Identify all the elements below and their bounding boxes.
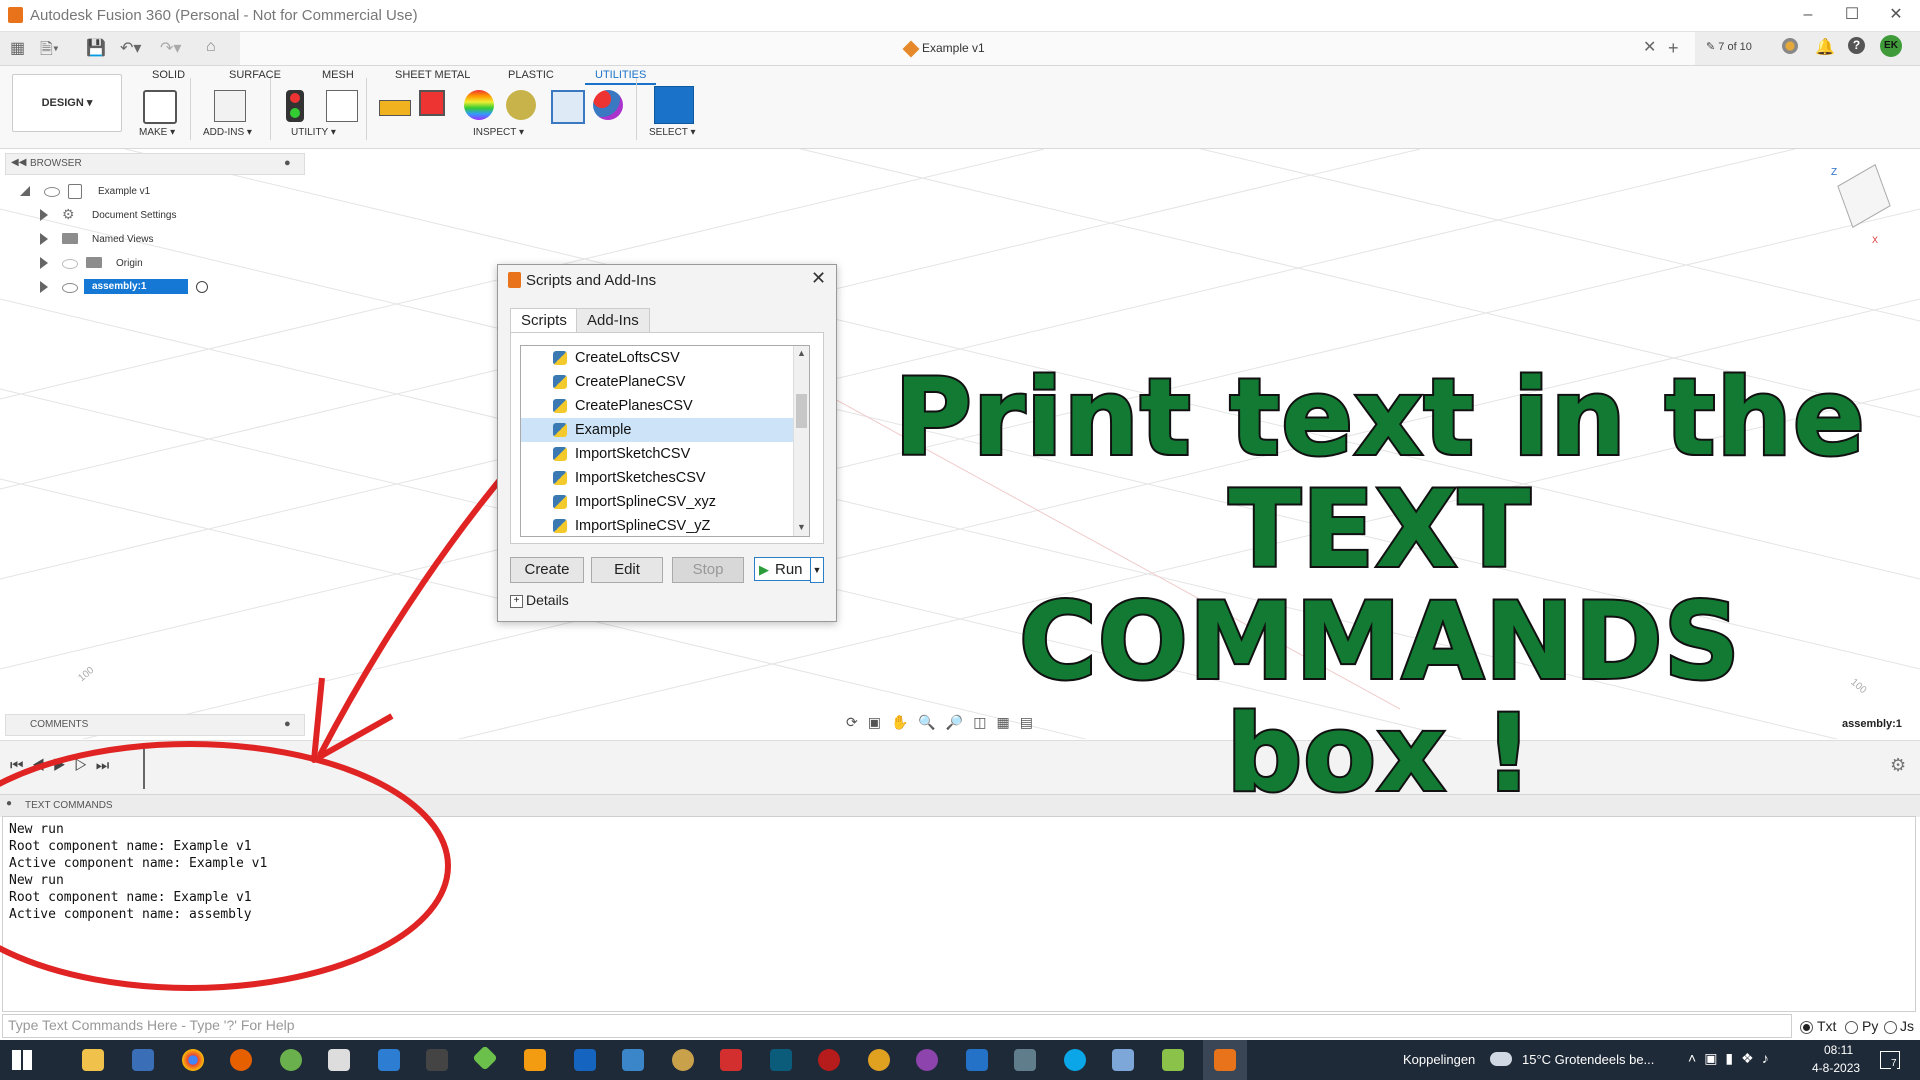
store-icon[interactable] <box>132 1049 154 1071</box>
python-script-icon <box>553 471 567 485</box>
app-icon[interactable] <box>672 1049 694 1071</box>
scroll-thumb[interactable] <box>796 394 807 428</box>
app-icon[interactable] <box>524 1049 546 1071</box>
python-script-icon <box>553 519 567 533</box>
python-script-icon <box>553 351 567 365</box>
tray-app-icon[interactable]: ▣ <box>1704 1050 1725 1066</box>
app-icon[interactable] <box>818 1049 840 1071</box>
python-script-icon <box>553 375 567 389</box>
scripts-list[interactable]: CreateLoftsCSV CreatePlaneCSV CreatePlan… <box>520 345 810 537</box>
play-icon: ▶ <box>759 562 769 577</box>
skype-icon[interactable] <box>1064 1049 1086 1071</box>
tab-add-ins[interactable]: Add-Ins <box>576 308 650 334</box>
red-annotation <box>0 425 548 991</box>
windows-taskbar: Koppelingen 15°C Grotendeels be... ˄▣▮❖♪… <box>0 1040 1920 1080</box>
clock-date[interactable]: 4-8-2023 <box>1812 1061 1860 1075</box>
python-script-icon <box>553 399 567 413</box>
acrobat-icon[interactable] <box>720 1049 742 1071</box>
python-script-icon <box>553 495 567 509</box>
dialog-title: Scripts and Add-Ins <box>526 272 657 289</box>
links-toolbar-label[interactable]: Koppelingen <box>1403 1052 1475 1067</box>
run-dropdown-arrow-icon[interactable]: ▼ <box>810 557 824 583</box>
scripts-addins-dialog: Scripts and Add-Ins ✕ Scripts Add-Ins Cr… <box>497 264 837 622</box>
weather-text[interactable]: 15°C Grotendeels be... <box>1522 1052 1654 1067</box>
stop-button[interactable]: Stop <box>672 557 744 583</box>
scroll-up-arrow-icon[interactable]: ▲ <box>797 348 806 358</box>
run-button-label: Run <box>775 561 803 578</box>
app-icon[interactable] <box>868 1049 890 1071</box>
python-script-icon <box>553 423 567 437</box>
list-item[interactable]: ImportSketchCSV <box>521 442 793 466</box>
fusion-app-icon <box>508 272 521 288</box>
volume-icon[interactable]: ♪ <box>1762 1050 1777 1066</box>
app-icon[interactable] <box>378 1049 400 1071</box>
list-scrollbar[interactable]: ▲ ▼ <box>793 346 809 536</box>
app-icon[interactable] <box>1162 1049 1184 1071</box>
tab-scripts[interactable]: Scripts <box>510 308 578 333</box>
app-icon[interactable] <box>916 1049 938 1071</box>
system-tray: ˄▣▮❖♪ <box>1688 1050 1777 1067</box>
list-item[interactable]: ImportSplineCSV_yZ <box>521 514 793 536</box>
cloud-weather-icon <box>1490 1052 1512 1066</box>
app-icon[interactable] <box>472 1045 498 1071</box>
firefox-icon[interactable] <box>230 1049 252 1071</box>
network-icon[interactable]: ❖ <box>1741 1050 1762 1066</box>
list-item-selected[interactable]: Example <box>521 418 793 442</box>
app-icon[interactable] <box>622 1049 644 1071</box>
show-hidden-icons-icon[interactable]: ˄ <box>1688 1050 1704 1066</box>
app-icon[interactable] <box>966 1049 988 1071</box>
python-script-icon <box>553 447 567 461</box>
expand-details-icon[interactable]: + <box>510 595 523 608</box>
chrome-icon[interactable] <box>182 1049 204 1071</box>
terminal-icon[interactable] <box>426 1049 448 1071</box>
fusion-app-icon <box>1214 1049 1236 1071</box>
app-icon[interactable] <box>328 1049 350 1071</box>
list-item[interactable]: ImportSketchesCSV <box>521 466 793 490</box>
file-explorer-icon[interactable] <box>82 1049 104 1071</box>
close-dialog-icon[interactable]: ✕ <box>811 268 826 289</box>
create-button[interactable]: Create <box>510 557 584 583</box>
notification-center-icon[interactable]: 7 <box>1880 1051 1900 1069</box>
clock-time[interactable]: 08:11 <box>1824 1043 1853 1057</box>
app-icon[interactable] <box>574 1049 596 1071</box>
list-item[interactable]: CreatePlaneCSV <box>521 370 793 394</box>
battery-icon[interactable]: ▮ <box>1725 1050 1741 1066</box>
list-item[interactable]: ImportSplineCSV_xyz <box>521 490 793 514</box>
list-item[interactable]: CreateLoftsCSV <box>521 346 793 370</box>
app-icon[interactable] <box>770 1049 792 1071</box>
red-circle-annotation <box>0 741 451 991</box>
windows-start-icon[interactable] <box>12 1050 32 1070</box>
active-taskbar-item[interactable] <box>1203 1040 1247 1080</box>
app-icon[interactable] <box>1112 1049 1134 1071</box>
scroll-down-arrow-icon[interactable]: ▼ <box>797 522 806 532</box>
edit-button[interactable]: Edit <box>591 557 663 583</box>
details-label[interactable]: Details <box>526 592 569 608</box>
notification-count: 7 <box>1891 1058 1897 1069</box>
run-button[interactable]: ▶ Run <box>754 557 816 581</box>
app-icon[interactable] <box>1014 1049 1036 1071</box>
app-icon[interactable] <box>280 1049 302 1071</box>
list-item[interactable]: CreatePlanesCSV <box>521 394 793 418</box>
